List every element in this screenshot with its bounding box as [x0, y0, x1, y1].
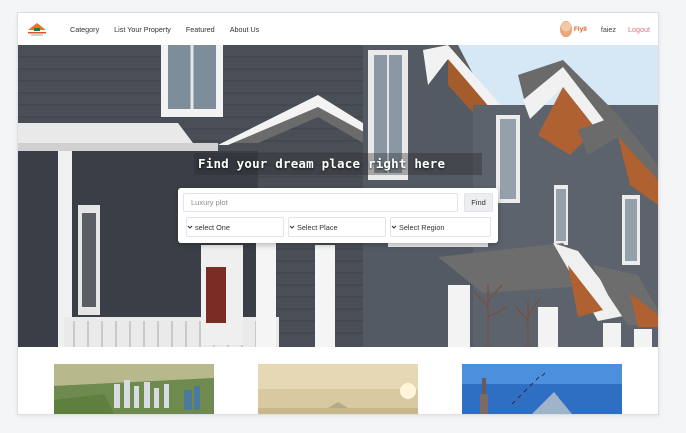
chevron-down-icon — [289, 225, 295, 229]
region-select[interactable]: Select Region — [390, 217, 491, 237]
avatar[interactable] — [559, 21, 572, 37]
category-select[interactable]: select One — [186, 217, 284, 237]
property-card-image[interactable] — [462, 364, 622, 414]
navbar: Category List Your Property Featured Abo… — [18, 13, 658, 45]
hero-banner: Find your dream place right here Find se… — [18, 45, 658, 347]
search-input[interactable] — [183, 193, 458, 212]
app-window: Category List Your Property Featured Abo… — [17, 12, 659, 415]
brand-tag: Flyll — [573, 25, 587, 33]
nav-link-about[interactable]: About Us — [230, 25, 260, 34]
search-panel: Find select One Select Place Select Regi… — [178, 188, 498, 243]
username[interactable]: faiez — [601, 25, 616, 34]
logout-link[interactable]: Logout — [628, 25, 650, 34]
chevron-down-icon — [187, 225, 193, 229]
place-select-label: Select Place — [297, 222, 338, 232]
find-button[interactable]: Find — [464, 193, 493, 212]
nav-link-list-property[interactable]: List Your Property — [114, 25, 171, 34]
nav-link-featured[interactable]: Featured — [186, 25, 215, 34]
region-select-label: Select Region — [399, 222, 445, 232]
place-select[interactable]: Select Place — [288, 217, 386, 237]
nav-link-category[interactable]: Category — [70, 25, 99, 34]
category-select-label: select One — [195, 222, 230, 232]
nav-links: Category List Your Property Featured Abo… — [70, 13, 274, 45]
chevron-down-icon — [391, 225, 397, 229]
house-logo-icon[interactable] — [26, 21, 48, 37]
hero-title: Find your dream place right here — [198, 156, 446, 171]
property-cards — [18, 347, 658, 414]
property-card-image[interactable] — [54, 364, 214, 414]
property-card-image[interactable] — [258, 364, 418, 414]
nav-user-area: Flyll faiez Logout — [559, 13, 650, 45]
